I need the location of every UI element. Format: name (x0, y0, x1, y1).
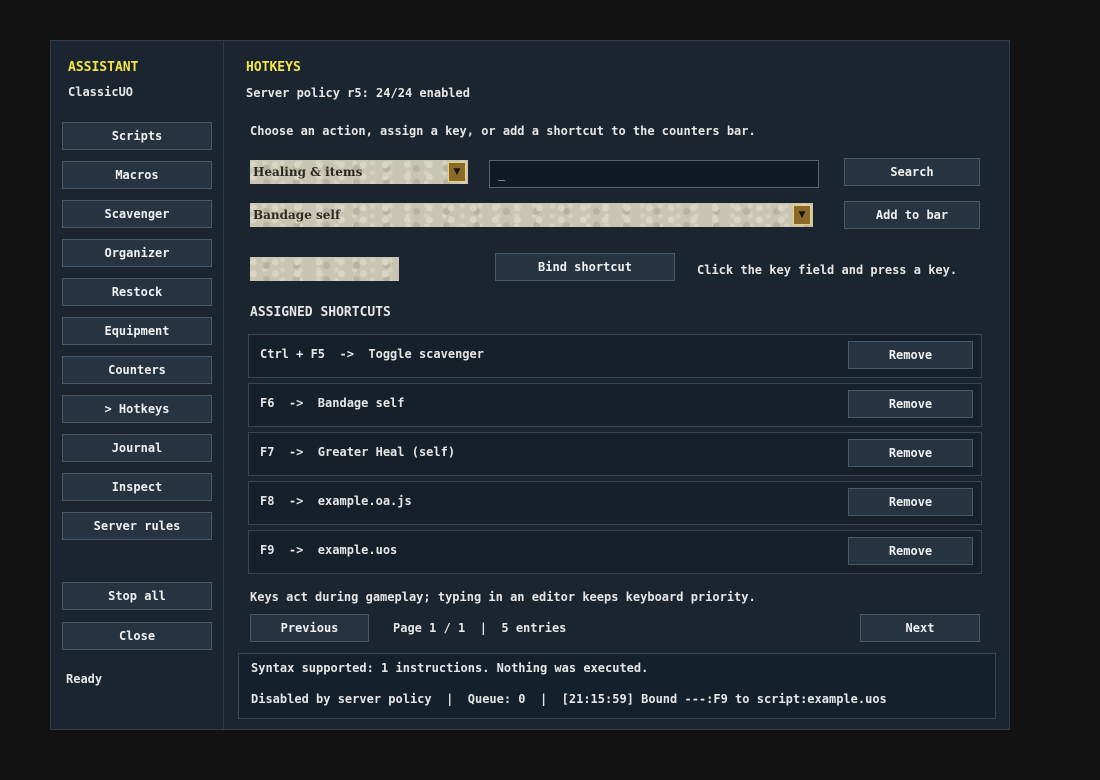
app-title: ASSISTANT (68, 60, 139, 75)
sidebar-item-hotkeys[interactable]: > Hotkeys (62, 395, 212, 423)
sidebar-item-server-rules[interactable]: Server rules (62, 512, 212, 540)
assistant-window: ASSISTANT ClassicUO Scripts Macros Scave… (50, 40, 1010, 730)
stop-all-button[interactable]: Stop all (62, 582, 212, 610)
shortcut-text: F9 -> example.uos (260, 543, 398, 557)
bind-shortcut-button[interactable]: Bind shortcut (495, 253, 675, 281)
remove-button[interactable]: Remove (848, 488, 973, 516)
shortcut-row: F8 -> example.oa.js Remove (248, 481, 982, 525)
action-select[interactable]: Bandage self ▼ (250, 203, 813, 227)
sidebar-item-scripts[interactable]: Scripts (62, 122, 212, 150)
sidebar: ASSISTANT ClassicUO Scripts Macros Scave… (51, 41, 224, 729)
console-status-line: Disabled by server policy | Queue: 0 | [… (251, 692, 887, 706)
shortcut-row: Ctrl + F5 -> Toggle scavenger Remove (248, 334, 982, 378)
chevron-down-icon: ▼ (793, 205, 811, 225)
client-name: ClassicUO (68, 85, 134, 99)
key-capture-field[interactable] (250, 257, 399, 281)
shortcut-text: F7 -> Greater Heal (self) (260, 445, 456, 459)
search-button[interactable]: Search (844, 158, 980, 186)
sidebar-item-restock[interactable]: Restock (62, 278, 212, 306)
add-to-bar-button[interactable]: Add to bar (844, 201, 980, 229)
shortcut-text: F6 -> Bandage self (260, 396, 405, 410)
shortcut-row: F6 -> Bandage self Remove (248, 383, 982, 427)
sidebar-item-macros[interactable]: Macros (62, 161, 212, 189)
shortcut-text: Ctrl + F5 -> Toggle scavenger (260, 347, 484, 361)
action-select-value: Bandage self (253, 208, 341, 222)
shortcut-row: F7 -> Greater Heal (self) Remove (248, 432, 982, 476)
hotkeys-panel: HOTKEYS Server policy r5: 24/24 enabled … (224, 41, 1009, 729)
sidebar-item-equipment[interactable]: Equipment (62, 317, 212, 345)
chevron-down-icon: ▼ (448, 162, 466, 182)
category-select[interactable]: Healing & items ▼ (250, 160, 468, 184)
category-select-value: Healing & items (253, 165, 363, 179)
remove-button[interactable]: Remove (848, 341, 973, 369)
key-input[interactable]: _ (489, 160, 819, 188)
page-info: Page 1 / 1 | 5 entries (393, 621, 567, 635)
bind-hint-text: Click the key field and press a key. (697, 263, 958, 277)
sidebar-item-inspect[interactable]: Inspect (62, 473, 212, 501)
sidebar-item-organizer[interactable]: Organizer (62, 239, 212, 267)
previous-button[interactable]: Previous (250, 614, 369, 642)
shortcut-text: F8 -> example.oa.js (260, 494, 412, 508)
console-panel: Syntax supported: 1 instructions. Nothin… (238, 653, 996, 719)
console-line: Syntax supported: 1 instructions. Nothin… (251, 661, 649, 675)
close-button[interactable]: Close (62, 622, 212, 650)
sidebar-item-journal[interactable]: Journal (62, 434, 212, 462)
remove-button[interactable]: Remove (848, 537, 973, 565)
sidebar-item-counters[interactable]: Counters (62, 356, 212, 384)
keys-note-text: Keys act during gameplay; typing in an e… (250, 590, 756, 604)
remove-button[interactable]: Remove (848, 439, 973, 467)
next-button[interactable]: Next (860, 614, 980, 642)
status-text: Ready (66, 672, 103, 686)
assigned-shortcuts-heading: ASSIGNED SHORTCUTS (250, 305, 391, 320)
remove-button[interactable]: Remove (848, 390, 973, 418)
page-title: HOTKEYS (246, 60, 301, 75)
server-policy-text: Server policy r5: 24/24 enabled (246, 86, 470, 100)
instruction-text: Choose an action, assign a key, or add a… (250, 124, 756, 138)
sidebar-item-scavenger[interactable]: Scavenger (62, 200, 212, 228)
key-input-value: _ (498, 167, 506, 181)
shortcut-row: F9 -> example.uos Remove (248, 530, 982, 574)
